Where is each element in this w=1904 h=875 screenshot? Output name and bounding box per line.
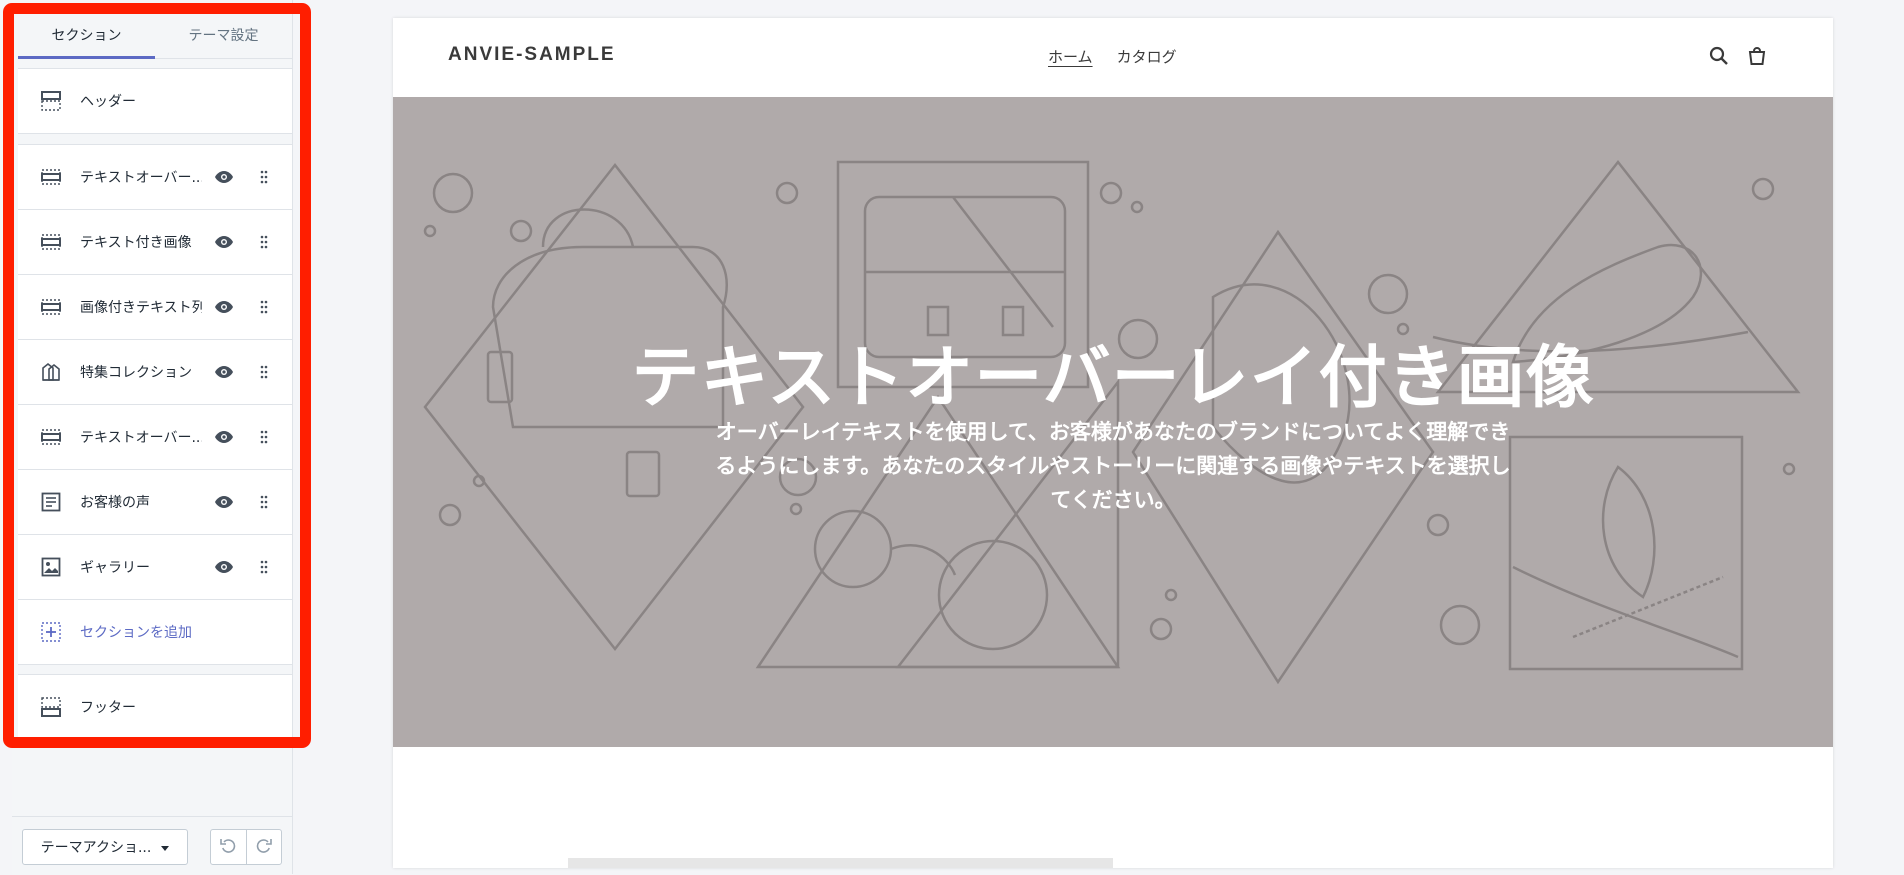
nav-link-home[interactable]: ホーム xyxy=(1048,46,1093,67)
sidebar-tabs: セクション テーマ設定 xyxy=(18,12,292,59)
sidebar-item-label: テキストオーバー... xyxy=(80,170,202,186)
section-layout-icon xyxy=(40,166,62,188)
store-preview: ANVIE-SAMPLE ホーム カタログ テキストオーバーレイ付き画像 オーバ… xyxy=(393,18,1833,868)
sidebar-item-section[interactable]: テキストオーバー... xyxy=(18,145,292,210)
sidebar-item-label: フッター xyxy=(80,700,136,716)
search-icon[interactable] xyxy=(1709,46,1729,70)
theme-actions-button[interactable]: テーマアクショ... xyxy=(22,829,188,865)
section-layout-icon xyxy=(40,296,62,318)
eye-icon[interactable] xyxy=(214,167,234,187)
hero-title: テキストオーバーレイ付き画像 xyxy=(631,339,1595,418)
sidebar-item-label: ヘッダー xyxy=(80,94,136,110)
add-section-label: セクションを追加 xyxy=(80,625,192,641)
section-layout-icon xyxy=(40,426,62,448)
header-group: ヘッダー xyxy=(18,68,292,134)
redo-icon xyxy=(256,837,272,857)
undo-redo-group xyxy=(210,829,282,865)
collection-icon xyxy=(40,361,62,383)
sidebar-item-label: 画像付きテキスト列 xyxy=(80,300,202,316)
sidebar-item-section[interactable]: テキストオーバー... xyxy=(18,405,292,470)
theme-actions-label: テーマアクショ... xyxy=(40,840,152,856)
store-header: ANVIE-SAMPLE ホーム カタログ xyxy=(393,18,1833,96)
image-icon xyxy=(40,556,62,578)
sidebar-item-section[interactable]: テキスト付き画像 xyxy=(18,210,292,275)
footer-group: フッター xyxy=(18,674,292,740)
eye-icon[interactable] xyxy=(214,492,234,512)
hero-subtitle: オーバーレイテキストを使用して、お客様があなたのブランドについてよく理解できるよ… xyxy=(715,420,1511,512)
eye-icon[interactable] xyxy=(214,362,234,382)
drag-handle-icon[interactable] xyxy=(258,297,270,317)
nav-link-catalog[interactable]: カタログ xyxy=(1117,46,1177,67)
footer-layout-icon xyxy=(40,696,62,718)
eye-icon[interactable] xyxy=(214,557,234,577)
hero-image-with-text-overlay[interactable]: テキストオーバーレイ付き画像 オーバーレイテキストを使用して、お客様があなたのブ… xyxy=(393,97,1833,747)
next-section-placeholder xyxy=(568,858,1113,868)
sidebar-item-header[interactable]: ヘッダー xyxy=(18,69,292,133)
drag-handle-icon[interactable] xyxy=(258,167,270,187)
add-section-icon xyxy=(40,621,62,643)
drag-handle-icon[interactable] xyxy=(258,557,270,577)
sidebar-item-label: テキストオーバー... xyxy=(80,430,202,446)
eye-icon[interactable] xyxy=(214,297,234,317)
drag-handle-icon[interactable] xyxy=(258,362,270,382)
eye-icon[interactable] xyxy=(214,232,234,252)
sidebar-item-section[interactable]: 特集コレクション xyxy=(18,340,292,405)
redo-button[interactable] xyxy=(247,830,282,864)
tab-theme-settings[interactable]: テーマ設定 xyxy=(155,12,292,58)
cart-icon[interactable] xyxy=(1747,46,1767,70)
sidebar-item-label: お客様の声 xyxy=(80,495,150,511)
drag-handle-icon[interactable] xyxy=(258,427,270,447)
tab-sections[interactable]: セクション xyxy=(18,12,155,59)
undo-icon xyxy=(220,837,236,857)
drag-handle-icon[interactable] xyxy=(258,492,270,512)
sidebar-item-section[interactable]: 画像付きテキスト列 xyxy=(18,275,292,340)
header-icons xyxy=(1709,46,1767,70)
sidebar-item-label: 特集コレクション xyxy=(80,365,192,381)
sections-group: テキストオーバー... テキスト付き画像 画像付きテキスト列 特集コレクション … xyxy=(18,144,292,665)
sidebar-bottom-bar: テーマアクショ... xyxy=(12,816,292,875)
header-layout-icon xyxy=(40,90,62,112)
sidebar-item-label: ギャラリー xyxy=(80,560,150,576)
undo-button[interactable] xyxy=(211,830,247,864)
store-nav: ホーム カタログ xyxy=(1048,46,1177,67)
theme-editor-sidebar: セクション テーマ設定 ヘッダー テキストオーバー... テキスト付き画像 画像… xyxy=(12,0,293,874)
section-layout-icon xyxy=(40,231,62,253)
sidebar-item-section[interactable]: お客様の声 xyxy=(18,470,292,535)
add-section-button[interactable]: セクションを追加 xyxy=(18,600,292,664)
drag-handle-icon[interactable] xyxy=(258,232,270,252)
sidebar-item-section[interactable]: ギャラリー xyxy=(18,535,292,600)
eye-icon[interactable] xyxy=(214,427,234,447)
text-block-icon xyxy=(40,491,62,513)
caret-down-icon xyxy=(161,839,170,855)
sidebar-item-footer[interactable]: フッター xyxy=(18,675,292,739)
sidebar-item-label: テキスト付き画像 xyxy=(80,235,192,251)
store-logo[interactable]: ANVIE-SAMPLE xyxy=(448,44,616,66)
